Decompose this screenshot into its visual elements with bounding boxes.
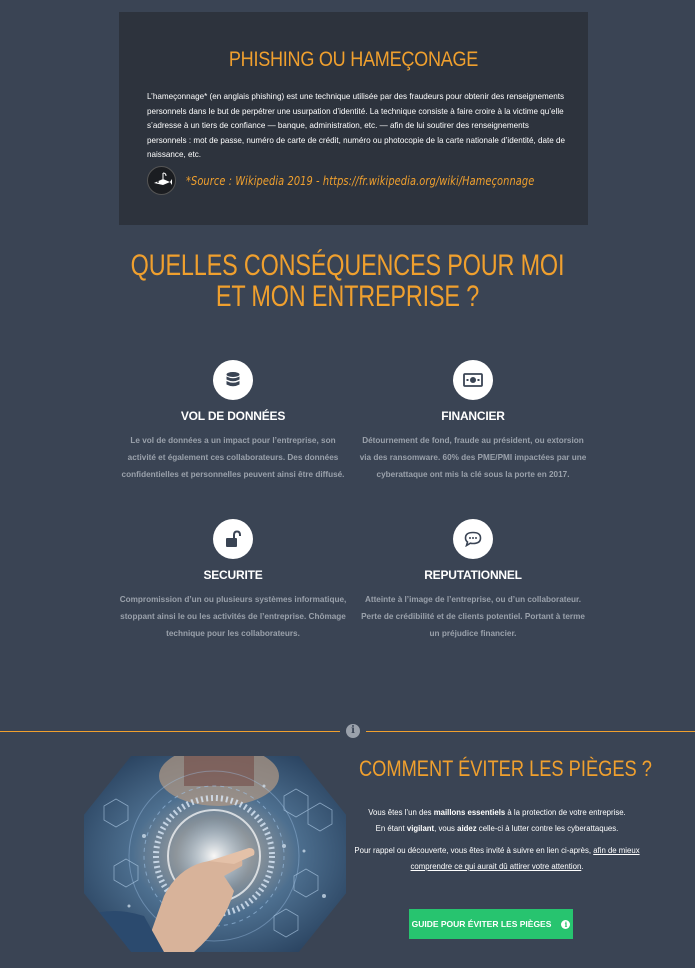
money-bill-icon — [453, 360, 493, 400]
consequences-title-line1: QUELLES CONSÉQUENCES POUR MOI — [130, 249, 565, 282]
consequence-title: REPUTATIONNEL — [424, 568, 522, 582]
unlock-icon — [213, 519, 253, 559]
pieges-paragraph-3: Pour rappel ou découverte, vous êtes inv… — [354, 843, 640, 874]
section-divider-left — [0, 731, 340, 732]
pieges-title: COMMENT ÉVITER LES PIÈGES ? — [359, 756, 652, 781]
text-fragment: Pour rappel ou découverte, vous êtes inv… — [354, 846, 594, 855]
guide-button-label: GUIDE POUR ÉVITER LES PIÈGES — [411, 919, 552, 929]
phishing-definition-box: PHISHING OU HAMEÇONAGE L’hameçonnage* (e… — [119, 12, 588, 225]
consequence-description: Atteinte à l’image de l’entreprise, ou d… — [361, 595, 585, 639]
emphasis-text: maillons essentiels — [433, 808, 506, 817]
text-fragment: En étant — [375, 823, 407, 833]
text-fragment: Vous êtes l’un des — [368, 808, 434, 817]
consequence-reputationnel: REPUTATIONNEL Atteinte à l’image de l’en… — [358, 519, 588, 643]
cyber-hand-illustration — [84, 756, 346, 952]
consequence-title: VOL DE DONNÉES — [180, 409, 286, 423]
consequences-title: QUELLES CONSÉQUENCES POUR MOI ET MON ENT… — [76, 250, 618, 312]
pieges-text: Vous êtes l’un des maillons essentiels à… — [354, 805, 640, 874]
guide-button[interactable]: GUIDE POUR ÉVITER LES PIÈGES i — [409, 909, 573, 939]
emphasis-text: vigilant — [406, 823, 435, 833]
consequence-description: Le vol de données a un impact pour l’ent… — [121, 436, 345, 480]
phishing-description: L’hameçonnage* (en anglais phishing) est… — [147, 92, 565, 159]
source-citation: *Source : Wikipedia 2019 - https://fr.wi… — [186, 174, 535, 188]
source-row: *Source : Wikipedia 2019 - https://fr.wi… — [147, 166, 567, 196]
text-fragment: , vous — [434, 823, 458, 833]
emphasis-text: aidez — [457, 823, 477, 833]
text-fragment: à la protection de votre entreprise. — [505, 808, 626, 817]
pieges-paragraph-2: En étant vigilant, vous aidez celle-ci à… — [354, 821, 640, 837]
consequence-title: SECURITE — [203, 568, 263, 582]
consequence-title: FINANCIER — [441, 409, 505, 423]
consequence-financier: FINANCIER Détournement de fond, fraude a… — [358, 360, 588, 484]
chat-bubble-icon — [453, 519, 493, 559]
fish-hook-icon — [147, 166, 176, 195]
info-icon: i — [346, 724, 360, 738]
consequence-vol-de-donnees: VOL DE DONNÉES Le vol de données a un im… — [118, 360, 348, 484]
section-divider-right — [366, 731, 695, 732]
text-fragment: celle-ci à lutter contre les cyberattaqu… — [476, 823, 619, 833]
consequences-title-line2: ET MON ENTREPRISE ? — [215, 280, 480, 313]
phishing-title: PHISHING OU HAMEÇONAGE — [228, 48, 479, 71]
database-icon — [213, 360, 253, 400]
consequence-description: Détournement de fond, fraude au présiden… — [359, 436, 587, 480]
consequence-description: Compromission d’un ou plusieurs systèmes… — [119, 595, 347, 639]
pieges-paragraph-1: Vous êtes l’un des maillons essentiels à… — [354, 805, 640, 821]
consequence-securite: SECURITE Compromission d’un ou plusieurs… — [118, 519, 348, 643]
text-fragment: . — [581, 861, 584, 871]
info-icon: i — [561, 919, 571, 929]
